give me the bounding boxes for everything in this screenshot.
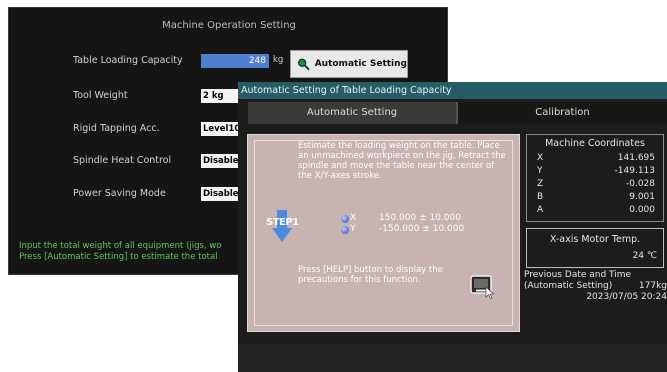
spindle-heat-control-field[interactable]: Disable (201, 154, 241, 168)
coordinate-row: X 141.695 (537, 153, 655, 165)
rigid-tapping-field[interactable]: Level10 (201, 122, 241, 136)
previous-timestamp: 2023/07/05 20:24 (586, 292, 667, 302)
message-line: Input the total weight of all equipment … (19, 241, 222, 251)
power-saving-mode-field[interactable]: Disable (201, 187, 241, 201)
axis-name: B (537, 192, 544, 202)
axis-name: Y (350, 224, 356, 234)
help-hint-text: Press [HELP] button to display the preca… (298, 265, 443, 285)
tool-weight-field[interactable]: 2 kg (201, 89, 241, 103)
previous-setting-info: Previous Date and Time (Automatic Settin… (524, 270, 667, 303)
instruction-text: Estimate the loading weight on the table… (298, 141, 506, 181)
previous-setting-row: (Automatic Setting) 177kg (524, 281, 667, 292)
setting-label: Rigid Tapping Acc. (73, 123, 160, 134)
axis-target-value: 150.000 ± 10.000 (379, 213, 461, 223)
setting-label: Spindle Heat Control (73, 155, 172, 166)
table-loading-capacity-field[interactable]: 248 (201, 54, 269, 68)
message-line: Press [Automatic Setting] to estimate th… (19, 252, 218, 262)
bottom-function-bar (238, 344, 667, 372)
axis-name: Y (537, 166, 543, 176)
coordinate-row: Z -0.028 (537, 179, 655, 191)
coordinates-title: Machine Coordinates (545, 138, 645, 149)
tab-automatic-setting[interactable]: Automatic Setting (248, 102, 456, 124)
motor-temperature-box: X-axis Motor Temp. 24 ℃ (526, 228, 664, 268)
motor-temp-value: 24 ℃ (632, 251, 657, 261)
previous-weight-value: 177kg (638, 281, 667, 291)
axis-value: 9.001 (629, 192, 655, 202)
step-label: STEP1 (266, 217, 299, 228)
axis-value: 0.000 (629, 205, 655, 215)
previous-setting-label: (Automatic Setting) (524, 281, 613, 291)
axis-value: -149.113 (614, 166, 655, 176)
screen: Machine Operation Setting Table Loading … (0, 0, 667, 372)
axis-name: X (537, 153, 544, 163)
button-label: Automatic Setting (314, 59, 407, 69)
axis-dot-icon (341, 226, 349, 234)
guidance-message: Input the total weight of all equipment … (19, 241, 222, 263)
axis-target-value: -150.000 ± 10.000 (379, 224, 465, 234)
axis-value: 141.695 (617, 153, 655, 163)
window-title-bar: Automatic Setting of Table Loading Capac… (238, 82, 667, 99)
setting-label: Table Loading Capacity (73, 55, 183, 66)
instruction-panel: Estimate the loading weight on the table… (247, 134, 520, 332)
setting-label: Tool Weight (73, 90, 128, 101)
tab-calibration[interactable]: Calibration (458, 102, 667, 124)
magnifier-icon (297, 58, 310, 71)
previous-label: Previous Date and Time (524, 270, 632, 280)
automatic-setting-window: Automatic Setting of Table Loading Capac… (238, 82, 667, 372)
help-monitor-icon[interactable] (470, 275, 496, 299)
coordinate-row: A 0.000 (537, 205, 655, 217)
window-title: Machine Operation Setting (162, 20, 296, 31)
automatic-setting-button[interactable]: Automatic Setting (290, 50, 408, 78)
coordinate-row: B 9.001 (537, 192, 655, 204)
axis-value: -0.028 (625, 179, 655, 189)
axis-name: X (350, 213, 357, 223)
axis-name: Z (537, 179, 544, 189)
motor-temp-title: X-axis Motor Temp. (549, 234, 641, 245)
axis-name: A (537, 205, 544, 215)
machine-coordinates-box: Machine Coordinates X 141.695 Y -149.113… (526, 134, 664, 222)
unit-label: kg (273, 55, 284, 65)
coordinate-row: Y -149.113 (537, 166, 655, 178)
axis-dot-icon (341, 215, 349, 223)
setting-label: Power Saving Mode (73, 188, 166, 199)
